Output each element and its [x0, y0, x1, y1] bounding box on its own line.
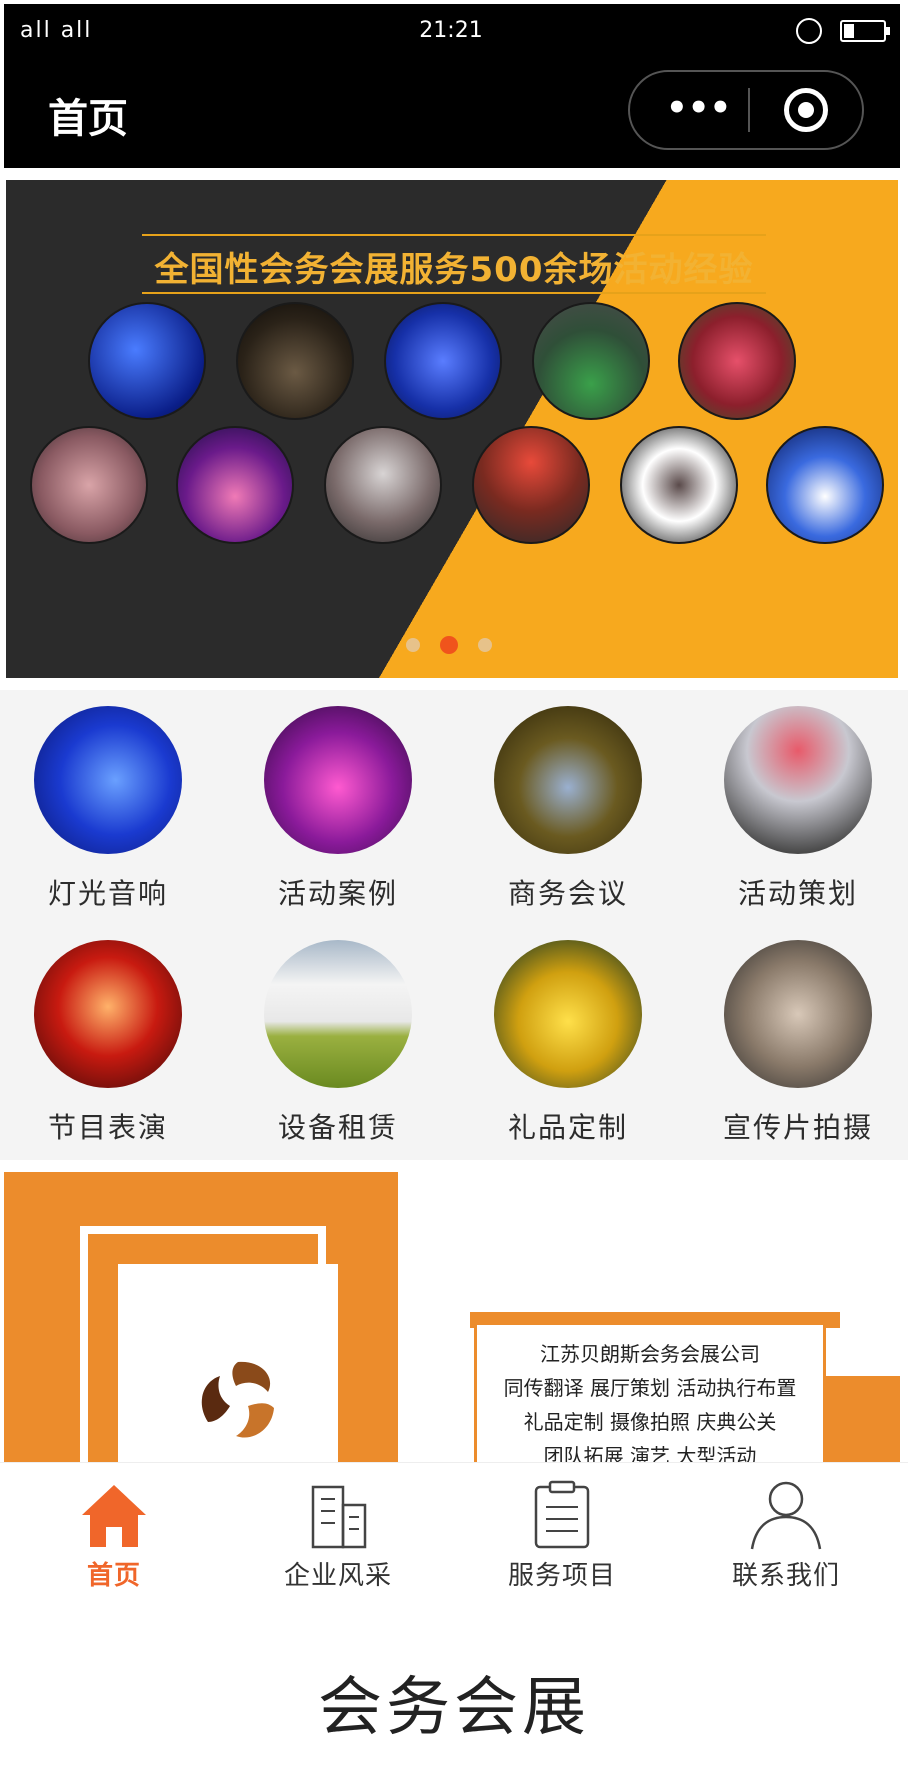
company-service-line: 团队拓展 演艺 大型活动	[543, 1444, 757, 1462]
category-lighting-sound[interactable]: 灯光音响	[8, 706, 208, 912]
carousel-dot[interactable]	[406, 638, 420, 652]
category-label: 活动策划	[737, 877, 858, 910]
banner-photo-8	[324, 426, 442, 544]
gift-custom-photo	[494, 940, 642, 1088]
close-button[interactable]	[784, 88, 828, 132]
banner-title: 全国性会务会展服务500余场活动经验	[154, 250, 754, 290]
category-promo-video[interactable]: 宣传片拍摄	[698, 940, 898, 1146]
banner-rule-bottom	[142, 292, 766, 294]
banner-photo-3	[384, 302, 502, 420]
category-performance[interactable]: 节目表演	[8, 940, 208, 1146]
category-label: 设备租赁	[277, 1111, 398, 1144]
event-planning-photo	[724, 706, 872, 854]
tab-label: 联系我们	[731, 1561, 840, 1591]
banner-photo-11	[766, 426, 884, 544]
page-title: 首页	[48, 96, 128, 142]
banner-photo-7	[176, 426, 294, 544]
category-event-cases[interactable]: 活动案例	[238, 706, 438, 912]
bottom-tab-bar: 首页 企业风采 服务项目 联系我们	[0, 1462, 908, 1603]
building-icon	[311, 1485, 367, 1549]
status-time: 21:21	[419, 18, 483, 43]
banner-rule-top	[142, 234, 766, 236]
banner-photo-6	[30, 426, 148, 544]
category-grid: 灯光音响 活动案例 商务会议 活动策划 节目表演 设备租赁 礼品定制 宣传片拍摄	[0, 690, 908, 1160]
alarm-icon	[796, 18, 822, 44]
category-label: 商务会议	[507, 877, 628, 910]
banner-photo-2	[236, 302, 354, 420]
more-button[interactable]: •••	[666, 91, 731, 126]
company-service-line: 同传翻译 展厅策划 活动执行布置	[503, 1376, 797, 1400]
company-name: 江苏贝朗斯会务会展公司	[540, 1342, 760, 1366]
company-intro[interactable]: 江苏贝朗斯会务会展公司 同传翻译 展厅策划 活动执行布置 礼品定制 摄像拍照 庆…	[4, 1172, 900, 1462]
carousel-dot[interactable]	[478, 638, 492, 652]
tab-label: 企业风采	[283, 1561, 392, 1591]
stage-light-photo	[34, 706, 182, 854]
battery-icon	[840, 20, 890, 42]
carousel-indicator	[406, 636, 492, 654]
category-label: 灯光音响	[47, 877, 168, 910]
tab-label: 服务项目	[507, 1561, 616, 1591]
user-icon	[750, 1481, 822, 1550]
company-service-line: 礼品定制 摄像拍照 庆典公关	[523, 1410, 777, 1434]
equipment-rental-photo	[264, 940, 412, 1088]
business-meeting-photo	[494, 706, 642, 854]
banner-photo-9	[472, 426, 590, 544]
category-label: 节目表演	[47, 1111, 168, 1144]
carousel-dot-active[interactable]	[440, 636, 458, 654]
tab-contact[interactable]: 联系我们	[686, 1475, 886, 1592]
category-label: 宣传片拍摄	[722, 1111, 873, 1144]
banner-photo-4	[532, 302, 650, 420]
footer-title: 会务会展	[318, 1671, 590, 1745]
banner-photo-5	[678, 302, 796, 420]
company-text-box: 江苏贝朗斯会务会展公司 同传翻译 展厅策划 活动执行布置 礼品定制 摄像拍照 庆…	[474, 1322, 826, 1462]
company-accent-side	[826, 1376, 900, 1462]
category-event-planning[interactable]: 活动策划	[698, 706, 898, 912]
home-icon	[82, 1485, 146, 1547]
company-logo-icon	[201, 1361, 274, 1438]
status-bar: all all 21:21	[16, 12, 890, 52]
tab-home[interactable]: 首页	[14, 1475, 214, 1592]
event-case-photo	[264, 706, 412, 854]
category-gift-custom[interactable]: 礼品定制	[468, 940, 668, 1146]
category-label: 活动案例	[277, 877, 398, 910]
banner-photo-10	[620, 426, 738, 544]
miniprogram-capsule: •••	[628, 70, 864, 150]
performance-photo	[34, 940, 182, 1088]
capsule-divider	[748, 88, 750, 132]
category-business-meeting[interactable]: 商务会议	[468, 706, 668, 912]
banner-photo-1	[88, 302, 206, 420]
app-header: all all 21:21 首页 •••	[4, 4, 900, 168]
category-equipment-rental[interactable]: 设备租赁	[238, 940, 438, 1146]
banner-carousel[interactable]: 全国性会务会展服务500余场活动经验	[6, 180, 898, 678]
promo-video-photo	[724, 940, 872, 1088]
tab-services[interactable]: 服务项目	[462, 1475, 662, 1592]
tab-company-style[interactable]: 企业风采	[238, 1475, 438, 1592]
clipboard-icon	[534, 1480, 590, 1549]
category-label: 礼品定制	[507, 1111, 628, 1144]
tab-label: 首页	[86, 1561, 141, 1591]
